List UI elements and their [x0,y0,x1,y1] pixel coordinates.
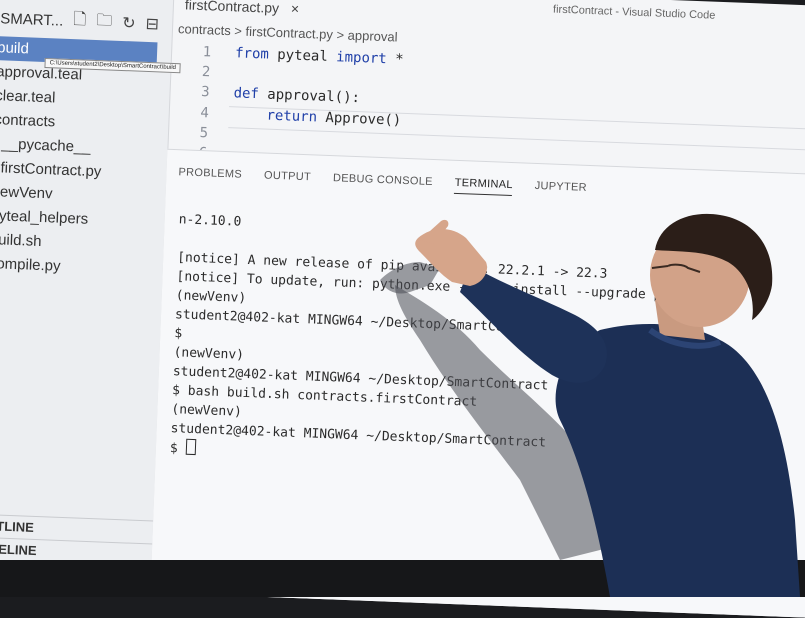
new-folder-icon[interactable]: 🗀 [96,8,113,36]
window-title: firstContract - Visual Studio Code [552,3,716,22]
line-number: 4 [200,105,210,122]
tab-problems[interactable]: PROBLEMS [178,166,242,185]
tab-debug-console[interactable]: DEBUG CONSOLE [333,172,433,193]
line-number: 2 [201,64,211,81]
explorer-item-compile-py[interactable]: compile.py [0,252,61,279]
explorer-item-pyteal-helpers[interactable]: pyteal_helpers [0,204,89,232]
code-line[interactable]: 5 [178,124,233,146]
new-file-icon[interactable]: 🗋 [73,8,87,35]
keyword: def [233,85,260,103]
terminal-line: $ [169,441,186,457]
editor-tab-label: firstContract.py [184,0,280,16]
bottom-bezel [0,560,805,597]
tab-jupyter[interactable]: JUPYTER [534,180,588,199]
terminal-output[interactable]: n-2.10.0 [notice] A new release of pip a… [170,210,680,476]
code-text: Approve() [316,109,402,129]
close-icon[interactable]: × [291,0,300,16]
code-text: * [386,51,404,68]
explorer-item-contracts[interactable]: contracts [0,108,56,134]
bottom-panel: PROBLEMS OUTPUT DEBUG CONSOLE TERMINAL J… [149,148,805,618]
editor-tab-firstcontract[interactable]: firstContract.py × [172,0,311,22]
line-number: 1 [202,44,212,61]
keyword: return [232,106,318,126]
terminal-cursor [185,438,196,456]
line-number: 5 [199,125,209,142]
tab-output[interactable]: OUTPUT [264,170,311,189]
explorer-sidebar: SMART... 🗋 🗀 ↻ ⊟ build approval.teal cle… [0,0,175,593]
explorer-item-pycache[interactable]: __pycache__ [1,132,91,159]
explorer-item-clear-teal[interactable]: clear.teal [0,84,56,110]
code-line[interactable]: 2 [180,63,235,85]
explorer-header: SMART... [0,9,64,30]
tab-terminal[interactable]: TERMINAL [454,176,513,197]
explorer-item-build-sh[interactable]: build.sh [0,228,42,254]
collapse-all-icon[interactable]: ⊟ [145,14,159,34]
refresh-icon[interactable]: ↻ [122,13,136,33]
explorer-item-newvenv[interactable]: newVenv [0,180,53,206]
panel-tabs: PROBLEMS OUTPUT DEBUG CONSOLE TERMINAL J… [178,166,587,199]
code-text: pyteal [268,46,337,66]
keyword: from [234,45,270,63]
breadcrumb: contracts > firstContract.py > approval [177,21,398,45]
projected-vscode-screen: SMART... 🗋 🗀 ↻ ⊟ build approval.teal cle… [0,0,805,618]
explorer-toolbar: SMART... 🗋 🗀 ↻ ⊟ [0,6,159,36]
keyword: import [335,49,388,68]
line-number: 3 [200,84,210,101]
code-text: approval(): [258,86,361,107]
